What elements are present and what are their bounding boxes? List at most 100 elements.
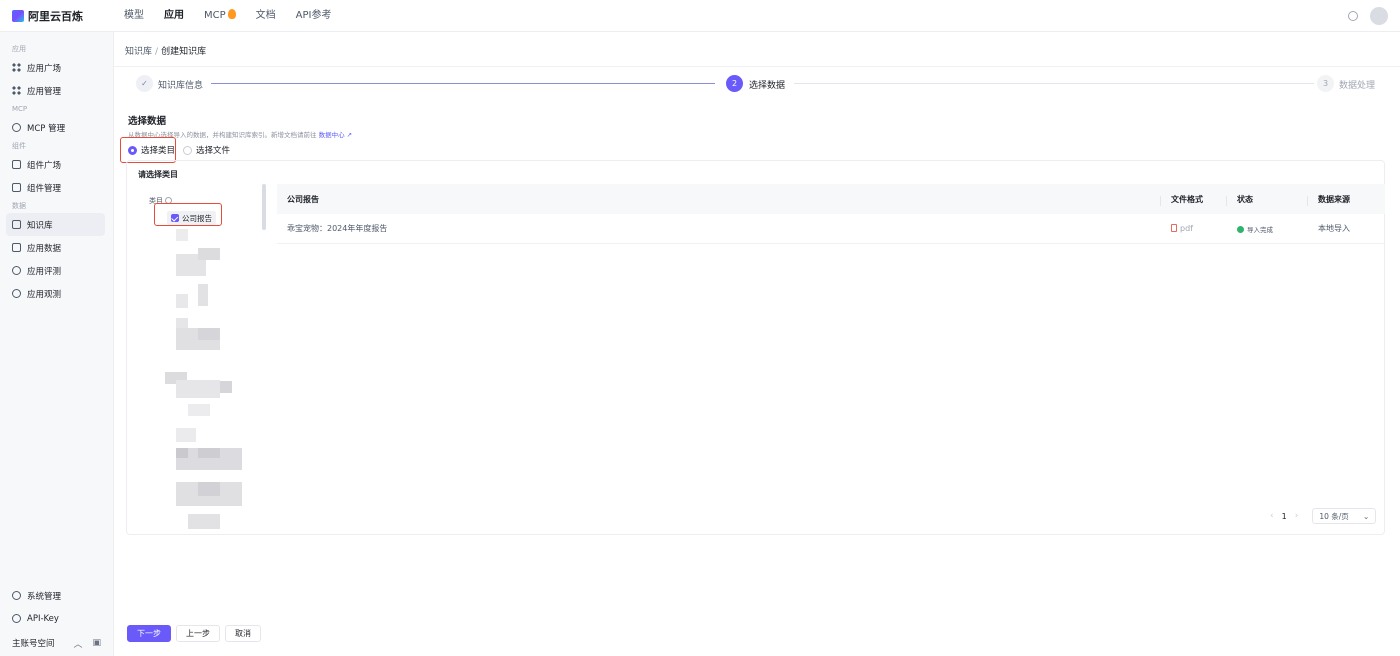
status-text: 导入完成 — [1247, 225, 1273, 234]
mosaic-block — [198, 328, 220, 340]
breadcrumb-separator: / — [155, 47, 159, 57]
sidebar-item-label: 应用观测 — [27, 289, 62, 300]
prev-step-button[interactable]: 上一步 — [176, 625, 220, 642]
step-line-1 — [211, 83, 715, 84]
sidebar-group-components: 组件 — [12, 142, 26, 150]
account-space[interactable]: 主账号空间 ︿ ▣ — [0, 630, 113, 656]
settings-icon[interactable] — [1348, 11, 1358, 21]
sidebar-group-apps: 应用 — [12, 45, 26, 53]
puzzle-icon — [12, 183, 21, 192]
breadcrumb-current: 创建知识库 — [161, 47, 207, 57]
current-page[interactable]: 1 — [1282, 512, 1287, 521]
cancel-button[interactable]: 取消 — [225, 625, 261, 642]
step-3-label: 数据处理 — [1339, 81, 1376, 91]
col-header-status: 状态 — [1227, 194, 1308, 206]
pdf-file-icon — [1171, 224, 1177, 232]
topnav-mcp[interactable]: MCP — [194, 0, 246, 32]
sidebar-item-label: 知识库 — [27, 220, 53, 231]
step-3-indicator: 3 — [1317, 75, 1334, 92]
mosaic-block — [188, 514, 220, 529]
avatar[interactable] — [1370, 7, 1388, 25]
sidebar-item-app-eval[interactable]: 应用评测 — [6, 259, 105, 282]
brand-logo-icon — [12, 9, 24, 22]
sidebar-item-app-plaza[interactable]: 应用广场 — [6, 56, 105, 79]
section-title: 选择数据 — [128, 116, 167, 127]
cell-source: 本地导入 — [1318, 224, 1350, 233]
sidebar-item-system-manage[interactable]: 系统管理 — [6, 584, 105, 607]
topnav-docs[interactable]: 文档 — [246, 0, 286, 32]
file-table: 公司报告 文件格式 状态 数据来源 乖宝宠物：2024年年度报告 pdf 导入完… — [277, 184, 1385, 244]
mosaic-block — [176, 318, 188, 328]
sidebar-item-label: MCP 管理 — [27, 123, 66, 134]
puzzle-icon — [12, 160, 21, 169]
user-icon — [12, 591, 21, 600]
sidebar-item-mcp-manage[interactable]: MCP 管理 — [6, 116, 105, 139]
table-header: 公司报告 文件格式 状态 数据来源 — [277, 184, 1385, 214]
sidebar-group-mcp: MCP — [12, 105, 28, 113]
sidebar-item-label: 应用广场 — [27, 63, 62, 74]
sidebar-item-label: 组件广场 — [27, 160, 62, 171]
mosaic-block — [198, 284, 208, 306]
sidebar-item-api-key[interactable]: API-Key — [6, 607, 105, 630]
file-format-text: pdf — [1180, 224, 1193, 233]
top-nav: 模型 应用 MCP 文档 API参考 — [114, 0, 341, 32]
sidebar-item-label: 组件管理 — [27, 183, 62, 194]
radio-select-file[interactable]: 选择文件 — [183, 144, 230, 156]
topnav-apps[interactable]: 应用 — [154, 0, 194, 32]
top-navbar: 阿里云百炼 模型 应用 MCP 文档 API参考 — [0, 0, 1400, 32]
breadcrumb-parent[interactable]: 知识库 — [125, 47, 152, 57]
radio-unchecked-icon — [183, 145, 193, 155]
footer-actions: 下一步 上一步 取消 — [127, 625, 266, 642]
success-check-icon — [1237, 225, 1244, 233]
collapse-sidebar-icon[interactable]: ▣ — [92, 638, 101, 648]
step-2-indicator: 2 — [726, 75, 743, 92]
chevron-down-icon: ⌄ — [1363, 511, 1370, 521]
mosaic-block — [198, 482, 220, 496]
step-1-label: 知识库信息 — [158, 81, 204, 91]
mosaic-block — [176, 428, 196, 442]
sidebar-item-component-manage[interactable]: 组件管理 — [6, 176, 105, 199]
sidebar: 应用 应用广场 应用管理 MCP MCP 管理 组件 组件广场 组件管理 数据 … — [0, 32, 114, 656]
topnav-models[interactable]: 模型 — [114, 0, 154, 32]
radio-label: 选择文件 — [196, 146, 231, 156]
mosaic-block — [220, 381, 232, 393]
mosaic-block — [176, 380, 220, 398]
next-step-button[interactable]: 下一步 — [127, 625, 171, 642]
col-header-format: 文件格式 — [1161, 194, 1227, 206]
mosaic-block — [176, 229, 188, 241]
account-space-label: 主账号空间 — [12, 639, 55, 649]
category-tree: 类目 公司报告 — [138, 184, 268, 529]
sidebar-item-app-data[interactable]: 应用数据 — [6, 236, 105, 259]
category-panel: 请选择类目 类目 公司报告 公司报告 文件格式 状态 数据来源 乖宝宠物：202… — [126, 160, 1385, 535]
brand[interactable]: 阿里云百炼 — [0, 8, 114, 24]
step-2-label: 选择数据 — [749, 81, 786, 91]
sidebar-item-app-observe[interactable]: 应用观测 — [6, 282, 105, 305]
mosaic-block — [198, 248, 220, 260]
sidebar-item-label: 应用评测 — [27, 266, 62, 277]
sidebar-item-component-plaza[interactable]: 组件广场 — [6, 153, 105, 176]
col-header-name: 公司报告 — [277, 194, 1161, 206]
topnav-mcp-label: MCP — [204, 9, 226, 21]
next-page-icon[interactable]: › — [1295, 511, 1299, 521]
compass-icon — [12, 266, 21, 275]
topnav-api-ref[interactable]: API参考 — [286, 0, 342, 32]
sidebar-group-data: 数据 — [12, 202, 26, 210]
mosaic-block — [188, 404, 210, 416]
brand-name: 阿里云百炼 — [28, 9, 83, 23]
step-line-2 — [794, 83, 1314, 84]
cell-file-name: 乖宝宠物：2024年年度报告 — [287, 224, 388, 233]
cell-status: 导入完成 — [1227, 224, 1308, 234]
chevron-up-icon[interactable]: ︿ — [73, 637, 82, 650]
top-right-tools — [1348, 7, 1388, 25]
highlight-box-category — [154, 203, 222, 226]
data-center-link[interactable]: 数据中心 ↗ — [319, 131, 353, 139]
grid-icon — [12, 86, 21, 95]
chart-icon — [12, 243, 21, 252]
sidebar-item-knowledge-base[interactable]: 知识库 — [6, 213, 105, 236]
sidebar-item-app-manage[interactable]: 应用管理 — [6, 79, 105, 102]
page-size-select[interactable]: 10 条/页 ⌄ — [1312, 508, 1377, 524]
prev-page-icon[interactable]: ‹ — [1270, 511, 1274, 521]
pagination: ‹ 1 › 10 条/页 ⌄ — [1262, 508, 1377, 524]
tree-scrollbar[interactable] — [262, 184, 266, 230]
table-row[interactable]: 乖宝宠物：2024年年度报告 pdf 导入完成 本地导入 — [277, 214, 1385, 244]
